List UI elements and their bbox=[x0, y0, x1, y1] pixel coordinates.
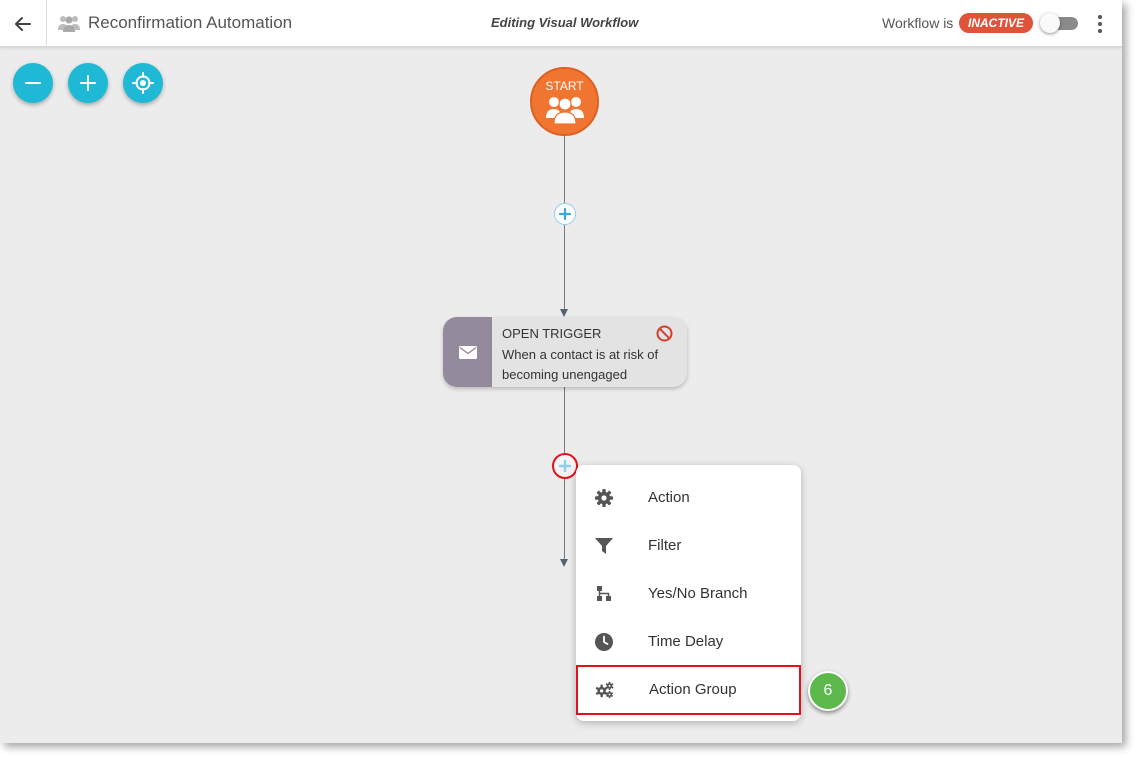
open-trigger-card[interactable]: OPEN TRIGGER When a contact is at risk o… bbox=[443, 317, 687, 387]
menu-item-label: Time Delay bbox=[648, 633, 724, 650]
group-icon bbox=[546, 97, 584, 125]
filter-icon bbox=[595, 538, 613, 554]
workflow-status-label: Workflow is bbox=[882, 15, 954, 31]
recenter-button[interactable] bbox=[123, 63, 163, 103]
toggle-knob bbox=[1040, 13, 1060, 33]
connector-line bbox=[564, 136, 565, 203]
plus-icon bbox=[80, 75, 96, 91]
minus-icon bbox=[25, 82, 41, 84]
back-button[interactable] bbox=[0, 0, 47, 47]
menu-item-label: Yes/No Branch bbox=[648, 585, 748, 602]
step-number-badge: 6 bbox=[808, 671, 848, 711]
menu-item-label: Action bbox=[648, 489, 690, 506]
add-step-button-active[interactable] bbox=[552, 453, 578, 479]
connector-line bbox=[564, 387, 565, 453]
page-title: Reconfirmation Automation bbox=[88, 13, 293, 32]
header-bar: Reconfirmation Automation Editing Visual… bbox=[0, 0, 1122, 47]
zoom-in-button[interactable] bbox=[68, 63, 108, 103]
connector-arrow bbox=[560, 559, 568, 567]
connector-line bbox=[564, 225, 565, 309]
status-badge: INACTIVE bbox=[959, 13, 1034, 33]
workflow-editor: Reconfirmation Automation Editing Visual… bbox=[0, 0, 1122, 743]
trigger-icon-panel bbox=[443, 317, 492, 387]
arrow-left-icon bbox=[15, 16, 31, 31]
connector-arrow bbox=[560, 309, 568, 317]
add-step-button[interactable] bbox=[554, 203, 576, 225]
menu-item-time-delay[interactable]: Time Delay bbox=[576, 618, 801, 666]
gear-icon bbox=[595, 489, 613, 507]
crosshair-icon bbox=[132, 72, 154, 94]
menu-item-yes-no-branch[interactable]: Yes/No Branch bbox=[576, 570, 801, 618]
plus-icon bbox=[559, 460, 571, 472]
more-vertical-icon[interactable] bbox=[1090, 12, 1110, 36]
gears-icon bbox=[595, 681, 614, 699]
add-step-menu: Action Filter Yes/No Branch Time Delay A… bbox=[576, 465, 801, 721]
menu-item-filter[interactable]: Filter bbox=[576, 522, 801, 570]
menu-item-action[interactable]: Action bbox=[576, 474, 801, 522]
start-node[interactable]: START bbox=[530, 67, 599, 136]
plus-icon bbox=[559, 208, 571, 220]
zoom-out-button[interactable] bbox=[13, 63, 53, 103]
start-label: START bbox=[545, 79, 584, 93]
connector-line bbox=[564, 479, 565, 559]
branch-icon bbox=[597, 586, 611, 601]
group-icon bbox=[58, 16, 80, 32]
trigger-description: When a contact is at risk of becoming un… bbox=[502, 347, 659, 382]
envelope-icon bbox=[458, 345, 477, 359]
block-icon[interactable] bbox=[656, 325, 673, 342]
menu-item-label: Action Group bbox=[649, 681, 737, 698]
menu-item-action-group[interactable]: Action Group bbox=[576, 665, 801, 715]
trigger-title: OPEN TRIGGER bbox=[502, 326, 602, 341]
page-subtitle: Editing Visual Workflow bbox=[491, 15, 639, 30]
clock-icon bbox=[595, 633, 613, 651]
menu-item-label: Filter bbox=[648, 537, 682, 554]
workflow-active-toggle[interactable] bbox=[1040, 13, 1078, 33]
